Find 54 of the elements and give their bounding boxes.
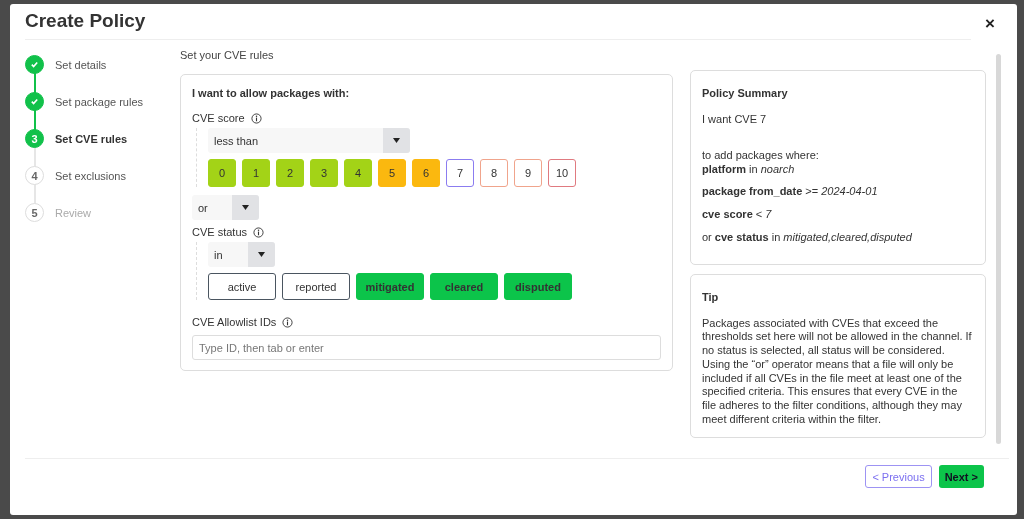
score-chip[interactable]: 6 (412, 159, 440, 187)
score-chip[interactable]: 4 (344, 159, 372, 187)
tip-text: Packages associated with CVEs that exceed the thresholds set here will not be allowed in the channel. If no status is selected, all status will be considered. Using the “or” operator means that a file will only be included if all CVEs in the file meet at least one of the specified criteria. This ensures that every CVE in the file adheres to the filter conditions, although they may meet different criteria within the filter. (702, 316, 973, 427)
score-chip[interactable]: 1 (242, 159, 270, 187)
operator-select[interactable]: less than (208, 128, 410, 153)
field-label: CVE Allowlist IDs (192, 316, 277, 328)
field-label: CVE score (192, 112, 245, 124)
summary-condition: or cve status in mitigated,cleared,disputed (702, 230, 912, 243)
summary-text: to add packages where: (702, 148, 819, 161)
section-title: Set your CVE rules (180, 49, 275, 61)
info-icon (250, 112, 262, 124)
combinator-select[interactable]: or (192, 195, 259, 220)
summary-condition: package from_date >= 2024-04-01 (702, 185, 878, 198)
step-label[interactable]: Set CVE rules (55, 132, 128, 145)
step-number: 5 (31, 206, 38, 219)
scrollbar[interactable] (996, 54, 1001, 444)
score-chip[interactable]: 10 (548, 159, 576, 187)
step-number: 3 (31, 132, 38, 145)
score-chip[interactable]: 9 (514, 159, 542, 187)
caret-icon (393, 138, 400, 143)
check-icon (30, 97, 39, 106)
status-chip[interactable]: cleared (430, 273, 498, 300)
info-icon (253, 226, 265, 238)
step-label[interactable]: Set package rules (55, 95, 144, 108)
tip-title: Tip (702, 290, 720, 303)
caret-icon (242, 205, 249, 210)
allowlist-input[interactable]: Type ID, then tab or enter (192, 335, 661, 360)
step-number: 4 (31, 169, 38, 182)
caret-icon (258, 252, 265, 257)
info-icon (282, 316, 294, 328)
score-chip[interactable]: 5 (378, 159, 406, 187)
status-chip[interactable]: disputed (504, 273, 572, 300)
check-icon (30, 60, 39, 69)
status-chip[interactable]: reported (282, 273, 350, 300)
field-label: CVE status (192, 226, 248, 238)
step-label[interactable]: Set details (55, 58, 107, 71)
summary-condition: cve score < 7 (702, 208, 772, 220)
previous-button[interactable]: < Previous (865, 465, 932, 488)
status-chip[interactable]: mitigated (356, 273, 424, 300)
score-chip[interactable]: 7 (446, 159, 474, 187)
next-button[interactable]: Next > (938, 465, 984, 488)
summary-title: Policy Summary (702, 87, 789, 99)
summary-text: platform in noarch (702, 162, 795, 175)
rules-heading: I want to allow packages with: (192, 87, 351, 99)
score-chip[interactable]: 8 (480, 159, 508, 187)
score-chip[interactable]: 2 (276, 159, 304, 187)
score-chip[interactable]: 3 (310, 159, 338, 187)
dialog-title: Create Policy (25, 10, 972, 40)
summary-text: I want CVE 7 (702, 113, 767, 125)
close-button[interactable]: × (985, 14, 995, 34)
status-chip[interactable]: active (208, 273, 276, 300)
operator-select[interactable]: in (208, 242, 275, 267)
score-chip[interactable]: 0 (208, 159, 236, 187)
step-label[interactable]: Set exclusions (55, 169, 126, 182)
